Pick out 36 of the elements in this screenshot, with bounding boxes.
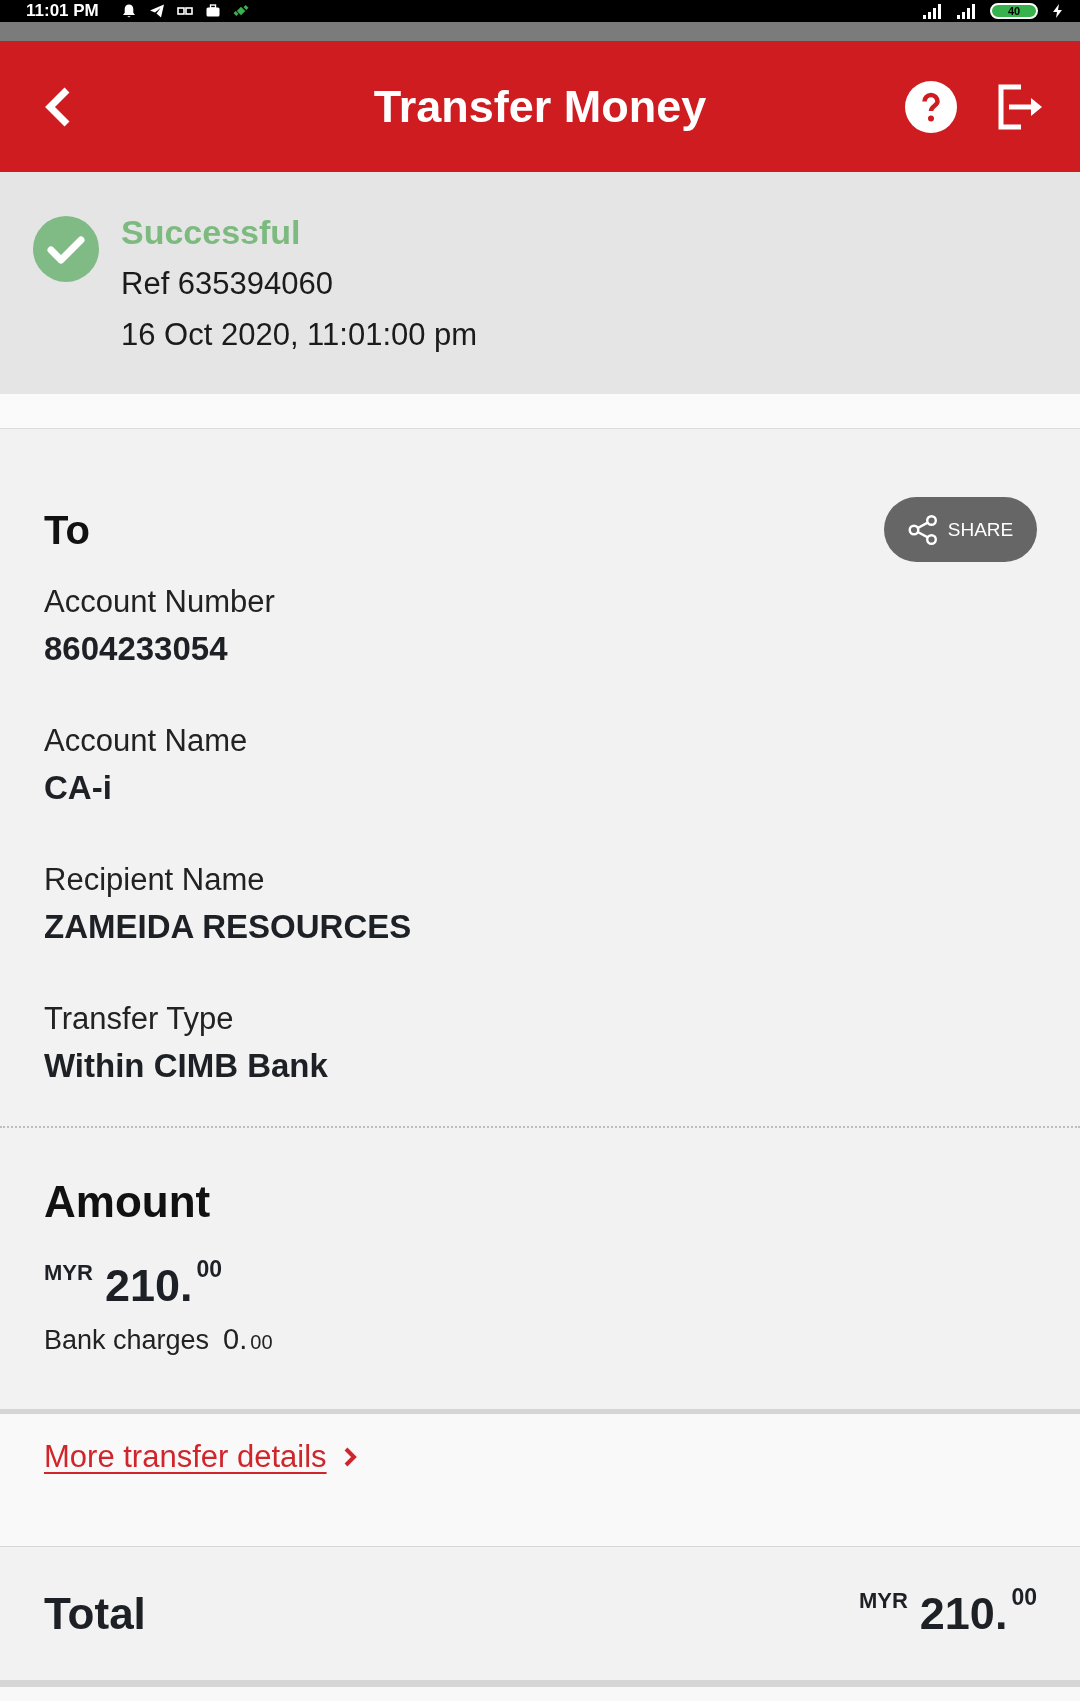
field-label: Transfer Type bbox=[44, 1000, 234, 1038]
status-time: 11:01 PM bbox=[26, 1, 99, 21]
battery-indicator: 40 bbox=[990, 3, 1038, 19]
success-check-icon bbox=[33, 216, 99, 282]
field-label: Recipient Name bbox=[44, 861, 265, 899]
section-heading: To bbox=[44, 506, 90, 554]
currency-code: MYR bbox=[858, 1587, 908, 1614]
share-icon bbox=[907, 514, 938, 545]
field-value: ZAMEIDA RESOURCES bbox=[44, 907, 412, 947]
field-label: Account Number bbox=[44, 583, 275, 621]
more-details-link[interactable]: More transfer details bbox=[44, 1435, 327, 1479]
back-icon[interactable] bbox=[44, 85, 72, 128]
amount-value: 210.$^{00}$ bbox=[104, 1256, 223, 1313]
field-value: 8604233054 bbox=[44, 629, 228, 669]
bell-icon bbox=[120, 3, 137, 19]
signal-icon bbox=[922, 3, 944, 19]
section-heading: Amount bbox=[44, 1176, 211, 1228]
transaction-datetime: 16 Oct 2020, 11:01:00 pm bbox=[121, 316, 478, 354]
help-icon[interactable] bbox=[905, 80, 957, 133]
satellite-icon bbox=[232, 3, 249, 19]
field-value: CA-i bbox=[44, 768, 112, 808]
share-button[interactable]: SHARE bbox=[884, 497, 1037, 562]
bank-charges-label: Bank charges bbox=[44, 1324, 210, 1357]
status-label: Successful bbox=[121, 212, 302, 253]
page-title: Transfer Money bbox=[373, 79, 707, 134]
total-label: Total bbox=[44, 1587, 146, 1640]
currency-code: MYR bbox=[44, 1260, 93, 1286]
total-amount: 210.$^{00}$ bbox=[919, 1583, 1037, 1641]
signal-icon bbox=[956, 3, 978, 19]
briefcase-icon bbox=[204, 3, 221, 19]
chevron-right-icon[interactable] bbox=[342, 1446, 357, 1468]
field-value: Within CIMB Bank bbox=[44, 1046, 328, 1086]
field-label: Account Name bbox=[44, 722, 248, 760]
logout-icon[interactable] bbox=[997, 83, 1043, 130]
paper-plane-icon bbox=[148, 3, 165, 19]
reference-number: Ref 635394060 bbox=[121, 265, 335, 303]
